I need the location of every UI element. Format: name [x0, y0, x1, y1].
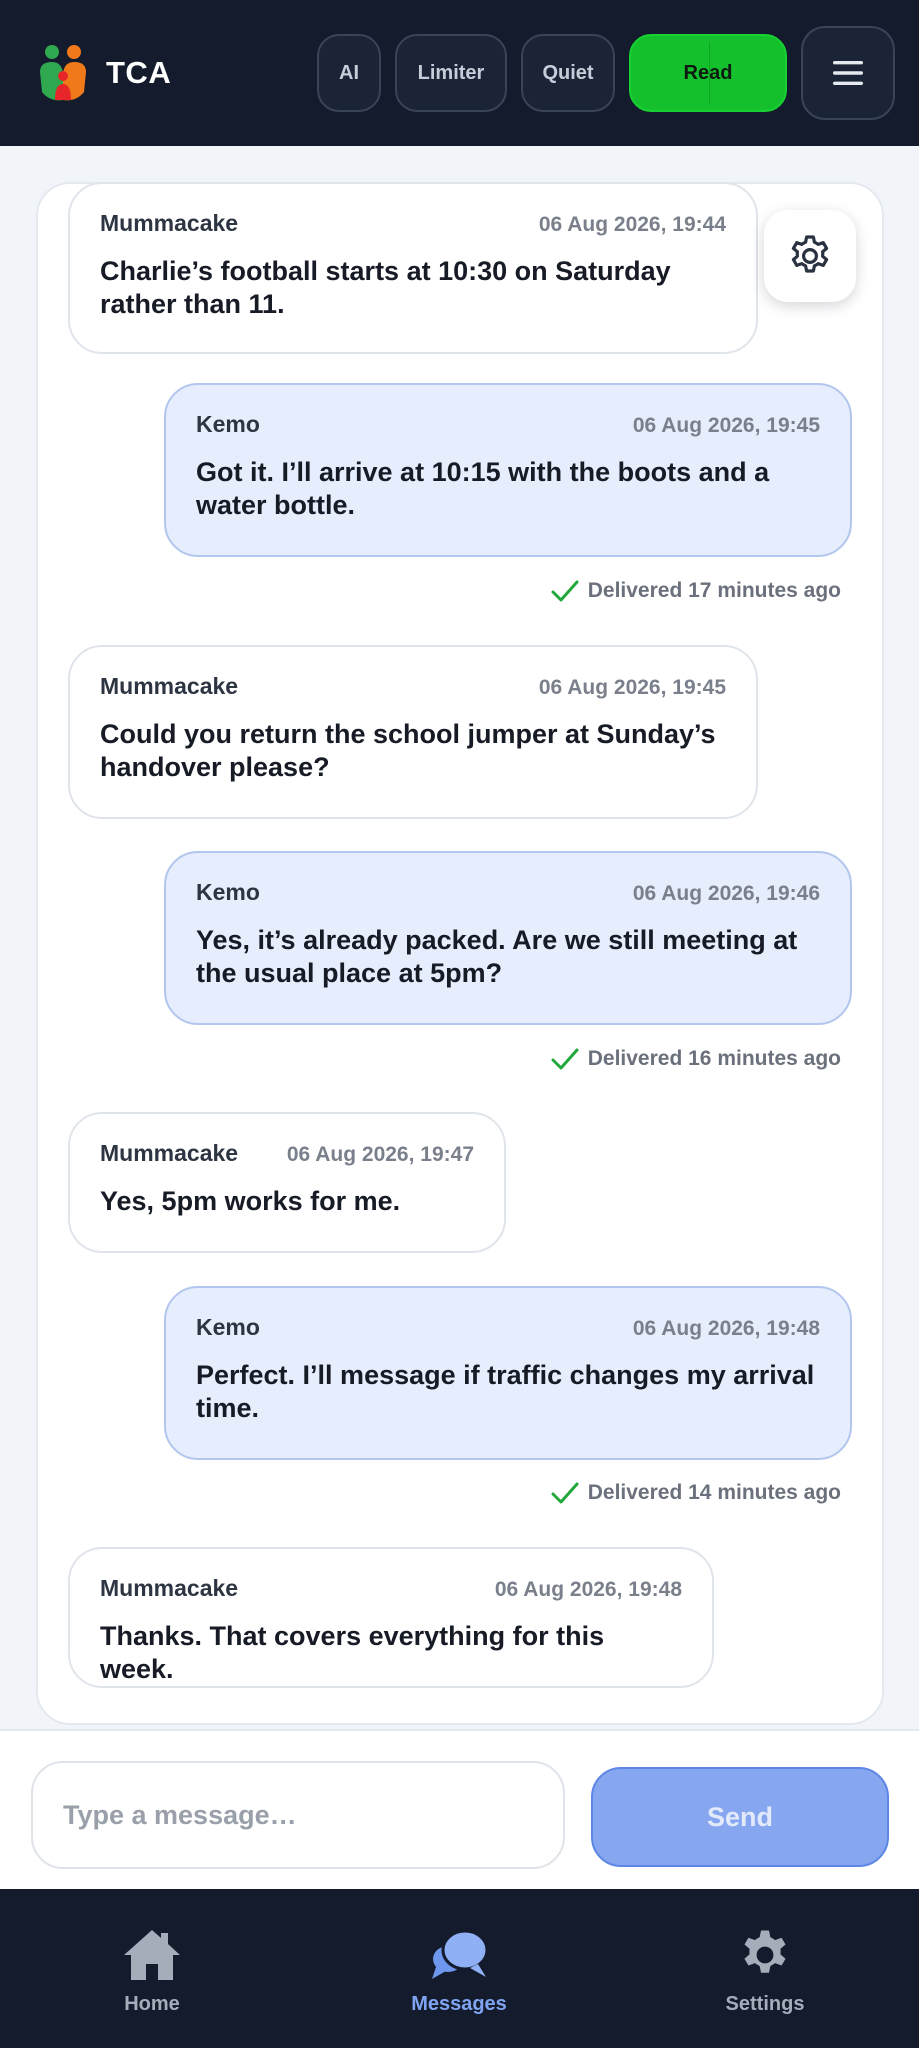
conversation-settings-button[interactable]: [764, 210, 856, 302]
message-meta: Mummacake 06 Aug 2026, 19:47: [100, 1140, 474, 1167]
brand: TCA: [36, 42, 171, 104]
ai-toggle[interactable]: AI: [317, 34, 381, 112]
home-icon: [124, 1930, 180, 1980]
message-text: Yes, it’s already packed. Are we still m…: [196, 925, 798, 988]
send-button[interactable]: Send: [591, 1767, 889, 1867]
message-bubble-outgoing[interactable]: Kemo 06 Aug 2026, 19:48 Perfect. I’ll me…: [164, 1286, 852, 1460]
message-bubble-incoming[interactable]: Mummacake 06 Aug 2026, 19:44 Charlie’s f…: [68, 182, 758, 354]
message-sender: Mummacake: [100, 1575, 239, 1601]
message-time: 06 Aug 2026, 19:44: [538, 213, 726, 236]
message-bubble-incoming[interactable]: Mummacake 06 Aug 2026, 19:47 Yes, 5pm wo…: [68, 1112, 506, 1253]
message-bubble-outgoing[interactable]: Kemo 06 Aug 2026, 19:46 Yes, it’s alread…: [164, 851, 852, 1025]
message-bubble-incoming[interactable]: Mummacake 06 Aug 2026, 19:48 Thanks. Tha…: [68, 1547, 714, 1688]
quiet-toggle[interactable]: Quiet: [521, 34, 615, 112]
message-bubble-outgoing[interactable]: Kemo 06 Aug 2026, 19:45 Got it. I’ll arr…: [164, 383, 852, 557]
message-sender: Mummacake: [100, 1140, 239, 1166]
delivery-status: Delivered 16 minutes ago: [550, 1044, 841, 1074]
chat-bubbles-icon: [432, 1929, 489, 1979]
delivery-status: Delivered 14 minutes ago: [550, 1478, 841, 1508]
message-meta: Kemo 06 Aug 2026, 19:45: [196, 411, 820, 438]
checkmark-icon: [551, 1482, 579, 1504]
message-meta: Mummacake 06 Aug 2026, 19:45: [100, 673, 726, 700]
message-bubble-incoming[interactable]: Mummacake 06 Aug 2026, 19:45 Could you r…: [68, 645, 758, 819]
message-meta: Mummacake 06 Aug 2026, 19:48: [100, 1575, 682, 1602]
message-text: Yes, 5pm works for me.: [100, 1186, 401, 1216]
message-time: 06 Aug 2026, 19:45: [632, 414, 820, 437]
message-text: Perfect. I’ll message if traffic changes…: [196, 1360, 815, 1423]
message-text: Charlie’s football starts at 10:30 on Sa…: [100, 256, 671, 319]
delivery-status: Delivered 17 minutes ago: [550, 576, 841, 606]
read-toggle[interactable]: Read: [629, 34, 787, 112]
checkmark-icon: [551, 580, 579, 602]
menu-button[interactable]: [801, 26, 895, 120]
message-time: 06 Aug 2026, 19:47: [286, 1143, 474, 1166]
nav-item-settings[interactable]: Settings: [665, 1927, 865, 2016]
delivery-status-text: Delivered 14 minutes ago: [587, 1481, 841, 1504]
message-sender: Mummacake: [100, 210, 239, 236]
message-composer: Send: [0, 1729, 919, 1889]
message-sender: Kemo: [196, 879, 260, 905]
gear-icon: [744, 1930, 786, 1973]
message-text: Could you return the school jumper at Su…: [100, 719, 716, 782]
message-sender: Kemo: [196, 1314, 260, 1340]
message-time: 06 Aug 2026, 19:46: [632, 882, 820, 905]
message-sender: Mummacake: [100, 673, 239, 699]
message-time: 06 Aug 2026, 19:45: [538, 676, 726, 699]
message-input[interactable]: [31, 1761, 565, 1869]
message-text: Got it. I’ll arrive at 10:15 with the bo…: [196, 457, 770, 520]
message-meta: Kemo 06 Aug 2026, 19:46: [196, 879, 820, 906]
nav-item-messages[interactable]: Messages: [359, 1927, 559, 2016]
nav-item-home[interactable]: Home: [52, 1927, 252, 2016]
message-time: 06 Aug 2026, 19:48: [632, 1317, 820, 1340]
message-text: Thanks. That covers everything for this …: [100, 1621, 605, 1684]
family-logo-icon: [40, 45, 86, 101]
app-name: TCA: [106, 55, 172, 90]
hamburger-menu-icon: [833, 61, 863, 85]
top-header: TCA AI Limiter Quiet Read: [0, 0, 919, 146]
bottom-navigation: Home Messages Settings: [0, 1889, 919, 2048]
nav-label: Settings: [725, 1993, 805, 2015]
message-meta: Kemo 06 Aug 2026, 19:48: [196, 1314, 820, 1341]
delivery-status-text: Delivered 16 minutes ago: [587, 1047, 841, 1070]
nav-label: Home: [124, 1993, 180, 2015]
nav-label: Messages: [411, 1993, 507, 2015]
message-meta: Mummacake 06 Aug 2026, 19:44: [100, 210, 726, 237]
message-time: 06 Aug 2026, 19:48: [494, 1578, 682, 1601]
gear-icon: [791, 235, 829, 273]
checkmark-icon: [551, 1048, 579, 1070]
mode-pills: AI Limiter Quiet Read: [303, 26, 895, 120]
message-sender: Kemo: [196, 411, 260, 437]
limiter-toggle[interactable]: Limiter: [395, 34, 507, 112]
delivery-status-text: Delivered 17 minutes ago: [587, 579, 841, 602]
